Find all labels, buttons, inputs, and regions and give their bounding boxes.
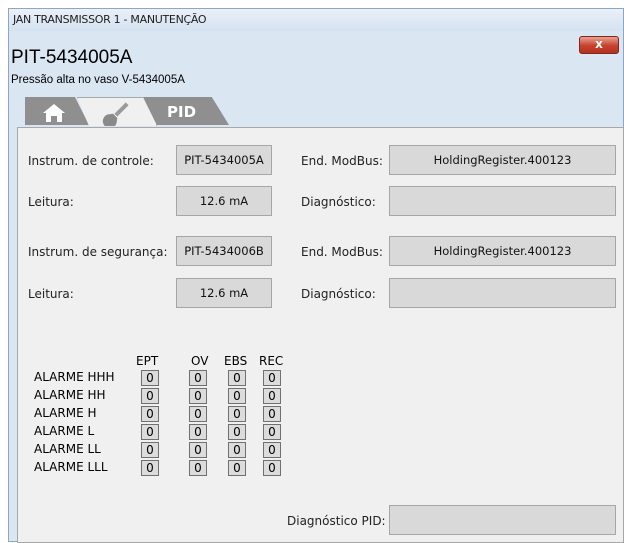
control-instrument-value: PIT-5434005A	[176, 145, 272, 175]
alarm-ept-value: 0	[141, 424, 159, 440]
close-icon: x	[595, 37, 603, 51]
alarm-row-label: ALARME HHH	[34, 370, 115, 384]
alarm-ov-value: 0	[189, 460, 207, 476]
control-diagnostic-value	[389, 186, 616, 216]
alarm-rec-value: 0	[263, 424, 281, 440]
alarm-rec-value: 0	[263, 460, 281, 476]
safety-instrument-value: PIT-5434006B	[176, 236, 272, 266]
safety-reading-label: Leitura:	[28, 287, 74, 301]
safety-reading-value: 12.6 mA	[176, 278, 272, 308]
alarm-ov-value: 0	[189, 424, 207, 440]
alarm-row-label: ALARME H	[34, 406, 97, 420]
alarm-ebs-value: 0	[228, 388, 246, 404]
title-bar[interactable]: JAN TRANSMISSOR 1 - MANUTENÇÃO	[9, 9, 623, 31]
control-instrument-label: Instrum. de controle:	[28, 154, 154, 168]
alarm-column-rec: REC	[259, 354, 284, 368]
alarm-ebs-value: 0	[228, 442, 246, 458]
close-button[interactable]: x	[579, 36, 619, 54]
alarm-column-ov: OV	[191, 354, 209, 368]
safety-diagnostic-value	[389, 278, 616, 308]
alarm-ept-value: 0	[141, 442, 159, 458]
alarm-ov-value: 0	[189, 406, 207, 422]
control-reading-value: 12.6 mA	[176, 186, 272, 216]
alarm-ept-value: 0	[141, 388, 159, 404]
pid-diagnostic-label: Diagnóstico PID:	[287, 514, 386, 528]
alarm-ept-value: 0	[141, 406, 159, 422]
alarm-ebs-value: 0	[228, 370, 246, 386]
alarm-ept-value: 0	[141, 370, 159, 386]
maintenance-panel: Instrum. de controle: PIT-5434005A End. …	[17, 127, 624, 543]
alarm-rec-value: 0	[263, 442, 281, 458]
window-title: JAN TRANSMISSOR 1 - MANUTENÇÃO	[13, 13, 207, 26]
alarm-row-label: ALARME L	[34, 424, 95, 438]
alarm-ov-value: 0	[189, 388, 207, 404]
alarm-ebs-value: 0	[228, 460, 246, 476]
safety-modbus-value: HoldingRegister.400123	[389, 236, 616, 266]
safety-diagnostic-label: Diagnóstico:	[301, 287, 376, 301]
control-modbus-value: HoldingRegister.400123	[389, 145, 616, 175]
alarm-column-ept: EPT	[136, 354, 159, 368]
alarm-row-label: ALARME HH	[34, 388, 106, 402]
alarm-ebs-value: 0	[228, 424, 246, 440]
alarm-row-label: ALARME LLL	[34, 460, 108, 474]
control-modbus-label: End. ModBus:	[301, 154, 383, 168]
alarm-rec-value: 0	[263, 370, 281, 386]
tab-maintenance[interactable]	[77, 97, 157, 126]
alarm-column-ebs: EBS	[224, 354, 248, 368]
safety-instrument-label: Instrum. de segurança:	[28, 245, 168, 259]
maintenance-window: JAN TRANSMISSOR 1 - MANUTENÇÃO x PIT-543…	[8, 8, 624, 543]
tab-bar: PID	[25, 97, 245, 127]
pid-diagnostic-value	[389, 505, 616, 535]
control-diagnostic-label: Diagnóstico:	[301, 195, 376, 209]
page-title: PIT-5434005A	[11, 47, 133, 68]
alarm-rec-value: 0	[263, 388, 281, 404]
alarm-row-label: ALARME LL	[34, 442, 101, 456]
tab-pid[interactable]: PID	[143, 97, 229, 125]
alarm-ebs-value: 0	[228, 406, 246, 422]
alarm-rec-value: 0	[263, 406, 281, 422]
tab-pid-label: PID	[167, 103, 197, 121]
safety-modbus-label: End. ModBus:	[301, 245, 383, 259]
alarm-ov-value: 0	[189, 442, 207, 458]
control-reading-label: Leitura:	[28, 195, 74, 209]
page-subtitle: Pressão alta no vaso V-5434005A	[11, 74, 185, 86]
alarm-ept-value: 0	[141, 460, 159, 476]
alarm-ov-value: 0	[189, 370, 207, 386]
